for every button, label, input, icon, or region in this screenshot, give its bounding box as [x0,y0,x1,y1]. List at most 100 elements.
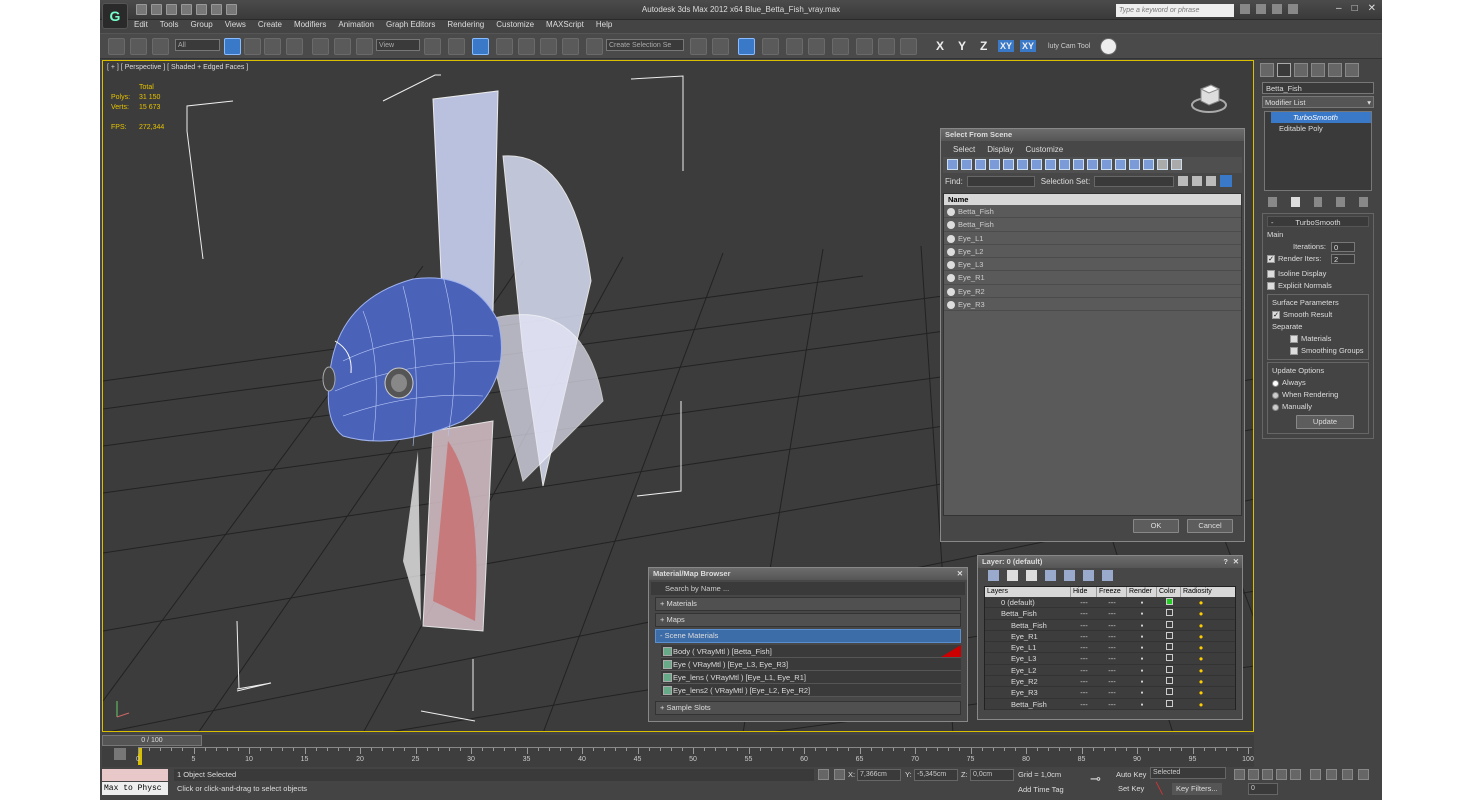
percent-snap-icon[interactable] [540,38,557,55]
schematic-view-icon[interactable] [808,38,825,55]
x-coordinate-field[interactable]: 7,366cm [857,769,901,781]
radiosity-icon[interactable]: ● [1181,597,1221,607]
hide-toggle[interactable]: --- [1071,597,1097,607]
table-row[interactable]: Betta_Fish --- --- ▪ ● [985,699,1235,710]
display-none-icon[interactable] [1129,159,1140,170]
zoom-extents-icon[interactable] [1310,769,1321,780]
freeze-toggle[interactable]: --- [1097,687,1127,697]
menu-create[interactable]: Create [258,20,282,32]
table-row[interactable]: Eye_R3 --- --- ▪ ● [985,687,1235,699]
display-containers-icon[interactable] [1073,159,1084,170]
stack-item-editable-poly[interactable]: Editable Poly [1265,123,1371,134]
hide-toggle[interactable]: --- [1071,653,1097,663]
display-bones-icon[interactable] [1059,159,1070,170]
set-key-icon[interactable]: ╲ [1156,783,1163,795]
col-freeze[interactable]: Freeze [1097,587,1127,597]
freeze-toggle[interactable]: --- [1097,608,1127,618]
axis-xy-cycle-button[interactable]: XY [1020,40,1037,52]
color-swatch[interactable] [1157,597,1181,607]
select-set-icon[interactable] [1178,176,1189,186]
create-layer-icon[interactable] [988,570,999,581]
when-rendering-radio[interactable] [1272,391,1279,399]
subscription-icon[interactable] [1256,4,1266,14]
table-row[interactable]: 0 (default) --- --- ▪ ● [985,597,1235,609]
render-setup-icon[interactable] [856,38,873,55]
menu-edit[interactable]: Edit [134,20,148,32]
display-cameras-icon[interactable] [989,159,1000,170]
color-swatch[interactable] [1157,653,1181,663]
list-item[interactable]: Eye_L3 [944,258,1241,272]
radiosity-icon[interactable]: ● [1181,620,1221,630]
update-button[interactable]: Update [1296,415,1354,429]
menu-views[interactable]: Views [225,20,246,32]
color-swatch[interactable] [1157,620,1181,630]
search-by-name-input[interactable]: Search by Name ... [651,582,965,595]
smoothing-groups-checkbox[interactable] [1290,347,1298,356]
unlink-icon[interactable] [130,38,147,55]
menu-modifiers[interactable]: Modifiers [294,20,326,32]
select-object-icon[interactable] [224,38,241,55]
color-swatch[interactable] [1157,676,1181,686]
add-time-tag[interactable]: Add Time Tag [1018,784,1064,796]
display-geometry-icon[interactable] [947,159,958,170]
table-row[interactable]: Eye_L1 --- --- ▪ ● [985,642,1235,654]
snaps-toggle-icon[interactable] [496,38,513,55]
create-tab-icon[interactable] [1260,63,1274,77]
sfs-menu-customize[interactable]: Customize [1025,145,1063,157]
freeze-toggle[interactable]: --- [1097,597,1127,607]
render-toggle-icon[interactable]: ▪ [1127,665,1157,675]
col-radiosity[interactable]: Radiosity [1181,587,1221,597]
render-toggle-icon[interactable]: ▪ [1127,676,1157,686]
sfs-menu-display[interactable]: Display [987,145,1013,157]
keyboard-shortcut-override-icon[interactable] [472,38,489,55]
display-spacewarps-icon[interactable] [1017,159,1028,170]
motion-tab-icon[interactable] [1311,63,1325,77]
modifier-list-dropdown[interactable]: Modifier List ▾ [1262,96,1374,108]
add-set-icon[interactable] [1192,176,1203,186]
freeze-toggle[interactable]: --- [1097,631,1127,641]
rendered-frame-icon[interactable] [878,38,895,55]
maps-section[interactable]: + Maps [655,613,961,627]
menu-tools[interactable]: Tools [160,20,179,32]
render-iters-checkbox[interactable]: ✓ [1267,255,1275,264]
named-selection-dropdown[interactable]: Create Selection Se [606,39,684,51]
menu-help[interactable]: Help [596,20,612,32]
play-icon[interactable] [1262,769,1273,780]
find-input[interactable] [966,175,1035,187]
list-item[interactable]: Eye_R1 [944,271,1241,285]
render-toggle-icon[interactable]: ▪ [1127,642,1157,652]
app-logo-icon[interactable]: G [102,3,128,29]
axis-x-button[interactable]: X [936,39,944,53]
render-toggle-icon[interactable]: ▪ [1127,620,1157,630]
close-icon[interactable]: ✕ [1233,556,1239,568]
hide-all-layers-icon[interactable] [1083,570,1094,581]
viewport-label[interactable]: [ + ] [ Perspective ] [ Shaded + Edged F… [107,64,248,71]
favorites-icon[interactable] [1272,4,1282,14]
material-editor-icon[interactable] [832,38,849,55]
pivot-center-icon[interactable] [424,38,441,55]
material-item[interactable]: Eye_lens ( VRayMtl ) [Eye_L1, Eye_R1] [661,671,961,684]
filter-icon[interactable] [1157,159,1168,170]
radiosity-icon[interactable]: ● [1181,676,1221,686]
binoculars-icon[interactable] [1240,4,1250,14]
absolute-mode-icon[interactable] [834,769,845,780]
goto-end-icon[interactable] [1290,769,1301,780]
display-tab-icon[interactable] [1328,63,1342,77]
rotate-icon[interactable] [334,38,351,55]
rectangle-selection-icon[interactable] [264,38,281,55]
window-crossing-icon[interactable] [286,38,303,55]
menu-rendering[interactable]: Rendering [447,20,484,32]
render-toggle-icon[interactable]: ▪ [1127,597,1157,607]
radiosity-icon[interactable]: ● [1181,642,1221,652]
modify-tab-icon[interactable] [1277,63,1291,77]
freeze-toggle[interactable]: --- [1097,653,1127,663]
axis-xy-button[interactable]: XY [998,40,1015,52]
radiosity-icon[interactable]: ● [1181,631,1221,641]
radiosity-icon[interactable]: ● [1181,665,1221,675]
menu-maxscript[interactable]: MAXScript [546,20,584,32]
reference-coordinate-dropdown[interactable]: View [376,39,420,51]
object-name-field[interactable]: Betta_Fish [1262,82,1374,94]
set-key-button[interactable]: Set Key [1118,783,1144,795]
materials-checkbox[interactable] [1290,335,1298,344]
rollout-header[interactable]: TurboSmooth [1267,216,1369,228]
